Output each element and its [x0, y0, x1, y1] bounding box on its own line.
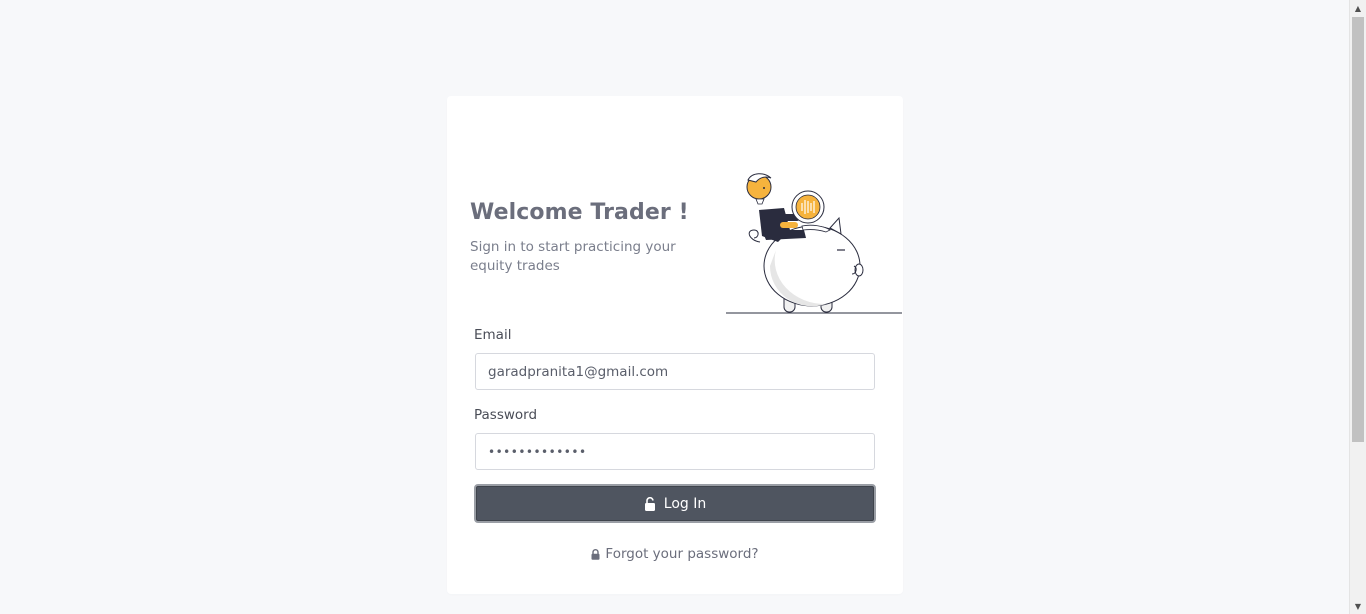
page-subtitle: Sign in to start practicing your equity … — [470, 239, 676, 274]
password-label: Password — [474, 407, 538, 423]
page-title: Welcome Trader ! — [470, 200, 689, 225]
lock-icon — [591, 548, 600, 560]
email-field[interactable] — [475, 353, 875, 390]
vertical-scrollbar[interactable]: ▲ ▼ — [1349, 0, 1366, 614]
trader-on-piggy-bank-illustration — [726, 173, 902, 314]
password-field[interactable] — [475, 433, 875, 470]
page-background: Welcome Trader ! Sign in to start practi… — [0, 0, 1349, 614]
unlock-icon — [644, 496, 656, 511]
login-card: Welcome Trader ! Sign in to start practi… — [447, 96, 903, 594]
login-button[interactable]: Log In — [474, 484, 876, 523]
forgot-password-label: Forgot your password? — [605, 546, 759, 562]
login-button-label: Log In — [663, 495, 707, 512]
scroll-down-arrow-icon[interactable]: ▼ — [1350, 598, 1366, 614]
email-label: Email — [474, 327, 512, 343]
scroll-up-arrow-icon[interactable]: ▲ — [1350, 0, 1366, 16]
forgot-password-link[interactable]: Forgot your password? — [447, 546, 903, 562]
scrollbar-thumb[interactable] — [1352, 17, 1364, 442]
